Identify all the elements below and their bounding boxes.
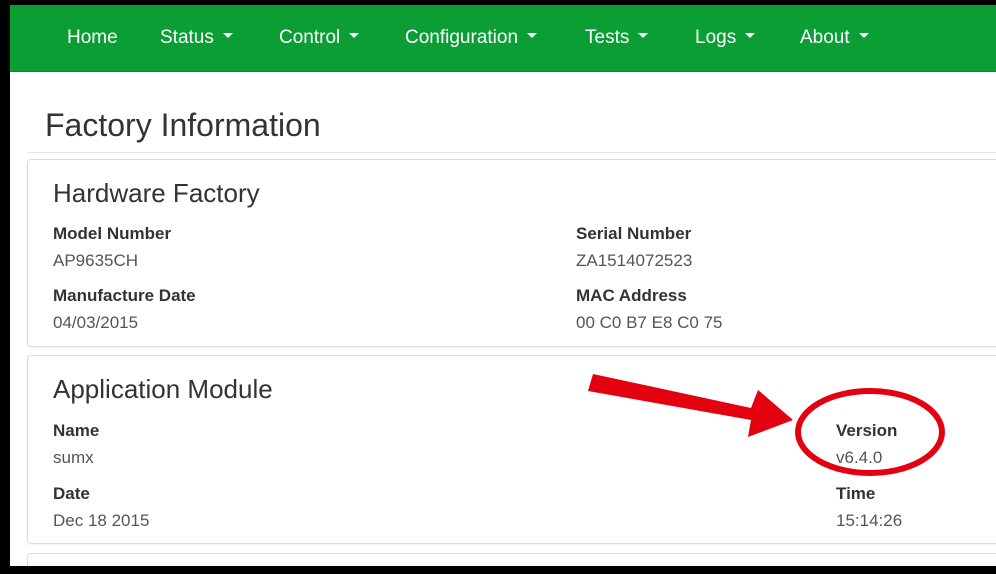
application-module-title: Application Module — [53, 374, 273, 404]
nav-about[interactable]: About — [800, 24, 869, 52]
nav-logs-label: Logs — [695, 27, 737, 48]
caret-down-icon — [349, 33, 360, 39]
serial-number-value: ZA1514072523 — [576, 251, 693, 270]
caret-down-icon — [527, 33, 538, 39]
nav-configuration[interactable]: Configuration — [405, 24, 538, 52]
hardware-factory-panel: Hardware Factory Model Number AP9635CH S… — [27, 159, 996, 347]
name-value: sumx — [53, 448, 94, 467]
serial-number-label: Serial Number — [576, 224, 692, 243]
hardware-factory-title: Hardware Factory — [53, 178, 260, 208]
next-panel-partial — [27, 553, 996, 566]
model-number-value: AP9635CH — [53, 251, 139, 270]
main-content: Factory Information Hardware Factory Mod… — [10, 72, 996, 566]
mac-address-label: MAC Address — [576, 286, 687, 305]
version-value: v6.4.0 — [836, 448, 883, 467]
screenshot-frame: Home Status Control Configuration Tests … — [0, 0, 996, 574]
caret-down-icon — [858, 33, 869, 39]
date-label: Date — [53, 484, 90, 503]
nav-status-label: Status — [160, 27, 214, 48]
caret-down-icon — [222, 33, 233, 39]
nav-logs[interactable]: Logs — [695, 24, 756, 52]
date-value: Dec 18 2015 — [53, 511, 150, 530]
version-label: Version — [836, 421, 898, 440]
nav-control[interactable]: Control — [279, 24, 360, 52]
top-navbar: Home Status Control Configuration Tests … — [10, 5, 996, 72]
nav-configuration-label: Configuration — [405, 27, 519, 48]
nav-tests-label: Tests — [585, 27, 630, 48]
nav-control-label: Control — [279, 27, 341, 48]
name-label: Name — [53, 421, 100, 440]
time-label: Time — [836, 484, 876, 503]
manufacture-date-value: 04/03/2015 — [53, 313, 139, 332]
nav-tests[interactable]: Tests — [585, 24, 649, 52]
page-title: Factory Information — [45, 107, 321, 143]
time-value: 15:14:26 — [836, 511, 903, 530]
mac-address-value: 00 C0 B7 E8 C0 75 — [576, 313, 723, 332]
caret-down-icon — [638, 33, 649, 39]
manufacture-date-label: Manufacture Date — [53, 286, 196, 305]
application-module-panel: Application Module Name sumx Version v6.… — [27, 355, 996, 544]
nav-home-label: Home — [67, 27, 118, 48]
nav-about-label: About — [800, 27, 850, 48]
nav-home[interactable]: Home — [67, 24, 118, 52]
title-divider — [27, 152, 996, 153]
nav-status[interactable]: Status — [160, 24, 233, 52]
model-number-label: Model Number — [53, 224, 172, 243]
caret-down-icon — [745, 33, 756, 39]
